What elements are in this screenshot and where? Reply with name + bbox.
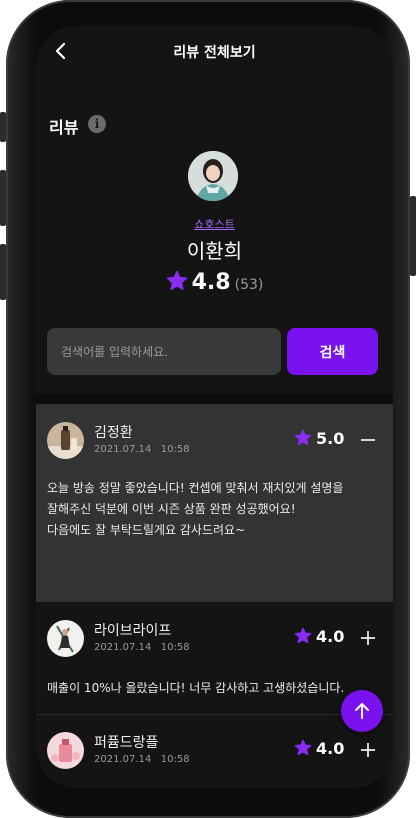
review-score-value: 4.0 (316, 739, 345, 758)
search-button[interactable]: 검색 (287, 328, 378, 375)
host-role-link[interactable]: 쇼호스트 (36, 216, 393, 232)
star-icon (294, 739, 312, 756)
review-score: 4.0 (294, 627, 344, 646)
scroll-top-button[interactable] (341, 690, 383, 732)
reviewer-avatar (47, 732, 84, 769)
review-score: 5.0 (294, 429, 344, 448)
reviewer-name: 퍼퓸드랑플 (94, 735, 159, 751)
info-icon[interactable]: i (88, 115, 106, 133)
volume-up-button (0, 170, 6, 226)
page-title: 리뷰 전체보기 (173, 45, 256, 61)
rating-count: (53) (234, 277, 264, 293)
search-input[interactable] (47, 328, 281, 375)
review-item: 김정환 2021.07.14 10:58 5.0 오늘 방송 정말 좋았습니다!… (36, 404, 393, 602)
review-item: 라이브라이프 2021.07.14 10:58 4.0 매출이 10%나 올랐습… (36, 602, 393, 714)
review-body: 매출이 10%나 올랐습니다! 너무 감사하고 고생하셨습니다. (47, 681, 345, 695)
arrow-up-icon (355, 703, 369, 719)
minus-icon[interactable] (359, 431, 377, 449)
plus-icon[interactable] (359, 741, 377, 759)
star-icon (294, 429, 312, 446)
section-divider (36, 394, 393, 404)
reviewer-name: 라이브라이프 (94, 623, 172, 639)
power-button (410, 196, 416, 276)
review-date: 2021.07.14 10:58 (94, 444, 190, 455)
host-rating: 4.8 (53) (36, 270, 393, 295)
review-score-value: 5.0 (316, 429, 345, 448)
star-icon (294, 627, 312, 644)
volume-down-button (0, 244, 6, 300)
review-score: 4.0 (294, 739, 344, 758)
host-avatar (188, 151, 238, 201)
reviewer-avatar (47, 422, 84, 459)
mute-switch (0, 112, 6, 142)
reviewer-avatar (47, 620, 84, 657)
plus-icon[interactable] (359, 629, 377, 647)
rating-value: 4.8 (191, 270, 231, 295)
review-score-value: 4.0 (316, 627, 345, 646)
app-screen: 리뷰 전체보기 리뷰 i 쇼호스트 이환희 4.8 (53) 검색어를 입력하세… (36, 26, 393, 788)
review-item: 퍼퓸드랑플 2021.07.14 10:58 4.0 (36, 715, 393, 788)
host-name: 이환희 (186, 239, 243, 263)
phone-frame: 리뷰 전체보기 리뷰 i 쇼호스트 이환희 4.8 (53) 검색어를 입력하세… (0, 0, 416, 818)
star-icon (166, 270, 187, 291)
review-date: 2021.07.14 10:58 (94, 754, 190, 765)
review-date: 2021.07.14 10:58 (94, 642, 190, 653)
review-body: 오늘 방송 정말 좋았습니다! 컨셉에 맞춰서 재치있게 설명을 잘해주신 덕분… (47, 481, 344, 537)
section-title: 리뷰 (49, 118, 79, 137)
reviewer-name: 김정환 (94, 425, 133, 441)
header: 리뷰 전체보기 (36, 26, 393, 80)
